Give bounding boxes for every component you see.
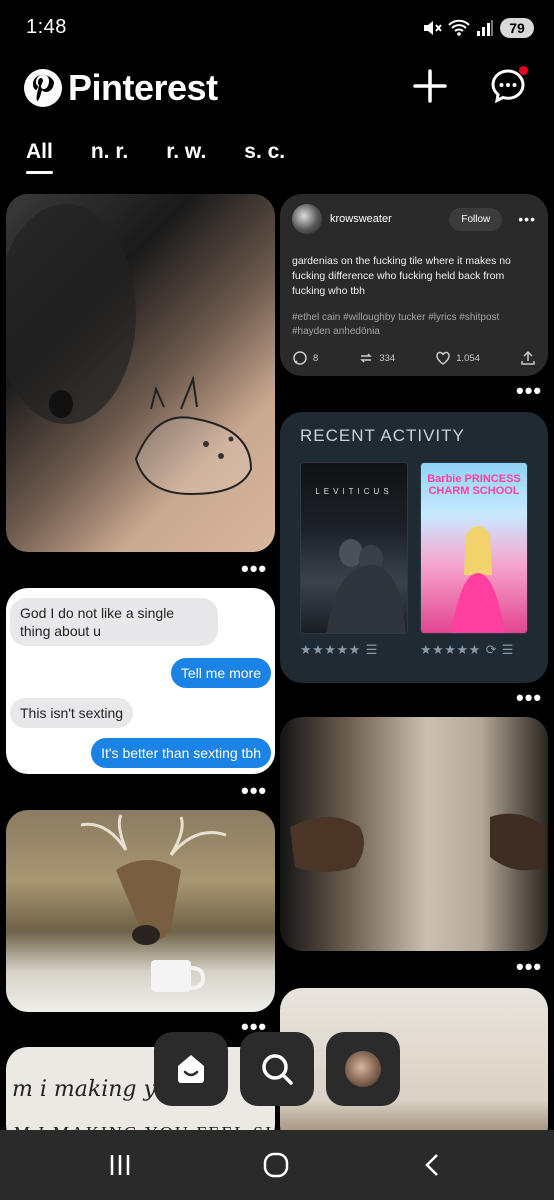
deer-illustration [80, 814, 227, 992]
notification-dot [519, 66, 528, 75]
pin-tattoo-photo[interactable] [6, 194, 275, 552]
pin-recent-activity[interactable]: RECENT ACTIVITY LEVITICUS Barbie PRINCES… [280, 412, 548, 683]
recent-apps-icon [110, 1155, 130, 1175]
status-icons: 79 [422, 18, 534, 38]
signal-icon [477, 20, 493, 36]
pin-more-button[interactable]: ••• [241, 1016, 267, 1038]
princess-illustration [451, 526, 505, 633]
post-header: krowsweater Follow ••• [292, 204, 536, 234]
battery-indicator: 79 [500, 18, 534, 38]
search-icon [262, 1054, 293, 1085]
create-button[interactable] [408, 64, 452, 108]
home-icon [178, 1055, 204, 1083]
message-received: God I do not like a single thing about u [10, 598, 218, 646]
pinterest-logo: Pinterest [24, 67, 218, 109]
deer-tattoo-illustration [6, 204, 253, 496]
rating-barbie: ★★★★★ ⟳ ☰ [420, 642, 528, 658]
follow-button[interactable]: Follow [449, 207, 503, 231]
ratings: ★★★★★ ☰ ★★★★★ ⟳ ☰ [300, 642, 528, 658]
status-time: 1:48 [26, 16, 67, 38]
floating-nav [0, 1032, 554, 1108]
search-button[interactable] [240, 1032, 314, 1106]
poster-barbie: Barbie PRINCESS CHARM SCHOOL [420, 462, 528, 634]
likes-stat: 1.054 [435, 350, 480, 366]
post-menu-button[interactable]: ••• [518, 211, 536, 227]
movie-posters: LEVITICUS Barbie PRINCESS CHARM SCHOOL [300, 462, 528, 634]
mute-icon [424, 21, 442, 35]
pin-more-button[interactable]: ••• [516, 956, 542, 978]
post-body: gardenias on the fucking tile where it m… [292, 255, 511, 297]
star-rating: ★★★★★ [300, 642, 361, 657]
circle-home-icon [263, 1152, 289, 1178]
pin-chat-screenshot[interactable]: God I do not like a single thing about u… [6, 588, 275, 774]
share-icon[interactable] [520, 350, 536, 366]
pin-more-button[interactable]: ••• [241, 558, 267, 580]
avatar [292, 204, 322, 234]
message-sent: Tell me more [170, 658, 271, 688]
pin-tumblr-post[interactable]: krowsweater Follow ••• gardenias on the … [280, 194, 548, 376]
tab-rw[interactable]: r. w. [166, 140, 206, 170]
pinterest-p-icon [24, 69, 62, 107]
board-tabs: All n. r. r. w. s. c. [26, 140, 285, 174]
pin-more-button[interactable]: ••• [516, 380, 542, 402]
pin-more-button[interactable]: ••• [241, 780, 267, 802]
tab-nr[interactable]: n. r. [91, 140, 128, 170]
recent-activity-title: RECENT ACTIVITY [300, 426, 465, 445]
reblogs-stat: 334 [358, 350, 395, 366]
rewatch-icon: ⟳ [485, 642, 497, 657]
comments-stat: 8 [292, 350, 318, 366]
star-rating: ★★★★★ [420, 642, 481, 657]
embracing-figures-illustration [326, 539, 406, 633]
pin-more-button[interactable]: ••• [516, 687, 542, 709]
review-lines-icon: ☰ [501, 642, 514, 657]
message-sent: It's better than sexting tbh [91, 738, 271, 768]
tab-sc[interactable]: s. c. [244, 140, 285, 170]
comment-icon [293, 351, 307, 365]
review-lines-icon: ☰ [365, 642, 378, 657]
message-received: This isn't sexting [10, 698, 134, 728]
home-system-button[interactable] [256, 1148, 296, 1182]
post-stats: 8 334 1.054 [292, 350, 536, 366]
post-tags: #ethel cain #willoughby tucker #lyrics #… [292, 312, 500, 337]
post-username: krowsweater [330, 213, 392, 225]
status-bar: 1:48 79 [0, 0, 554, 60]
recent-apps-button[interactable] [100, 1148, 140, 1182]
system-nav-bar [0, 1130, 554, 1200]
messages-button[interactable] [486, 64, 530, 108]
tab-all[interactable]: All [26, 140, 53, 174]
rating-leviticus: ★★★★★ ☰ [300, 642, 408, 658]
reblogs-count: 334 [379, 352, 396, 364]
comments-count: 8 [313, 352, 319, 364]
app-name: Pinterest [68, 67, 218, 108]
hands-illustration [290, 813, 545, 872]
app-header: Pinterest [0, 62, 554, 118]
header-actions [408, 64, 530, 108]
pin-shirt-photo[interactable] [280, 717, 548, 951]
wifi-icon [448, 19, 470, 36]
home-button[interactable] [154, 1032, 228, 1106]
plus-icon [413, 69, 447, 103]
pin-deer-photo[interactable] [6, 810, 275, 1012]
reblog-icon [360, 353, 373, 363]
poster-leviticus: LEVITICUS [300, 462, 408, 634]
heart-icon [436, 351, 450, 365]
avatar [345, 1051, 381, 1087]
back-button[interactable] [412, 1148, 452, 1182]
likes-count: 1.054 [456, 352, 480, 364]
back-chevron-icon [425, 1154, 438, 1176]
profile-button[interactable] [326, 1032, 400, 1106]
